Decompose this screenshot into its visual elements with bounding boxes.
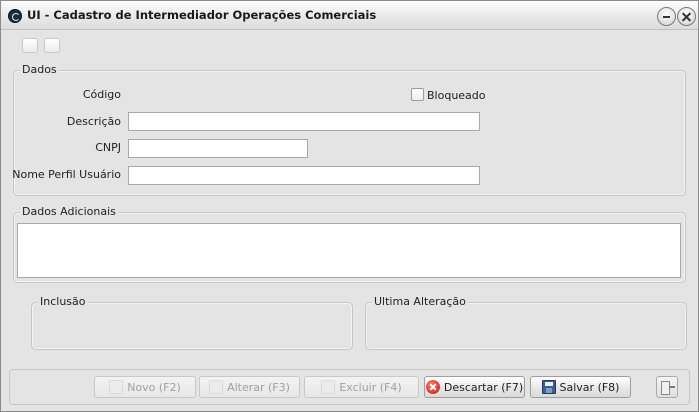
- window-title: UI - Cadastro de Intermediador Operações…: [27, 8, 377, 22]
- excluir-button[interactable]: Excluir (F4): [304, 376, 419, 398]
- inclusao-group: Inclusão: [31, 295, 353, 350]
- descartar-button[interactable]: Descartar (F7): [424, 376, 525, 398]
- new-icon: [109, 380, 124, 394]
- cancel-icon: [425, 380, 440, 394]
- app-logo-icon: [8, 9, 22, 23]
- main-window: UI - Cadastro de Intermediador Operações…: [0, 0, 699, 412]
- perfil-input[interactable]: [128, 166, 480, 185]
- dados-adicionais-textarea[interactable]: [17, 223, 681, 278]
- alterar-button-label: Alterar (F3): [227, 380, 290, 394]
- cnpj-input[interactable]: [128, 139, 308, 158]
- perfil-label: Nome Perfil Usuário: [12, 168, 121, 181]
- ultima-alteracao-group-label: Ultima Alteração: [372, 295, 468, 308]
- alterar-button[interactable]: Alterar (F3): [199, 376, 300, 398]
- inclusao-group-label: Inclusão: [38, 295, 88, 308]
- excluir-button-label: Excluir (F4): [339, 380, 402, 394]
- minimize-icon[interactable]: [657, 7, 676, 26]
- novo-button-label: Novo (F2): [127, 380, 181, 394]
- edit-icon: [209, 380, 224, 394]
- exit-icon[interactable]: [656, 376, 678, 398]
- save-icon: [541, 380, 556, 394]
- delete-icon: [321, 380, 336, 394]
- descricao-input[interactable]: [128, 112, 480, 131]
- salvar-button-label: Salvar (F8): [559, 380, 620, 394]
- toolbar-button-1[interactable]: [22, 38, 38, 53]
- codigo-label: Código: [82, 88, 121, 101]
- dados-adicionais-group-label: Dados Adicionais: [20, 205, 118, 218]
- ultima-alteracao-group: Ultima Alteração: [365, 295, 687, 350]
- toolbar-button-2[interactable]: [44, 38, 60, 53]
- dados-group-label: Dados: [20, 63, 59, 76]
- cnpj-label: CNPJ: [95, 141, 121, 154]
- salvar-button[interactable]: Salvar (F8): [530, 376, 631, 398]
- title-bar: UI - Cadastro de Intermediador Operações…: [1, 1, 698, 30]
- bloqueado-label[interactable]: Bloqueado: [427, 89, 486, 102]
- novo-button[interactable]: Novo (F2): [94, 376, 196, 398]
- bloqueado-checkbox[interactable]: [411, 88, 424, 101]
- close-icon[interactable]: [677, 7, 696, 26]
- descartar-button-label: Descartar (F7): [443, 380, 524, 394]
- descricao-label: Descrição: [66, 115, 121, 128]
